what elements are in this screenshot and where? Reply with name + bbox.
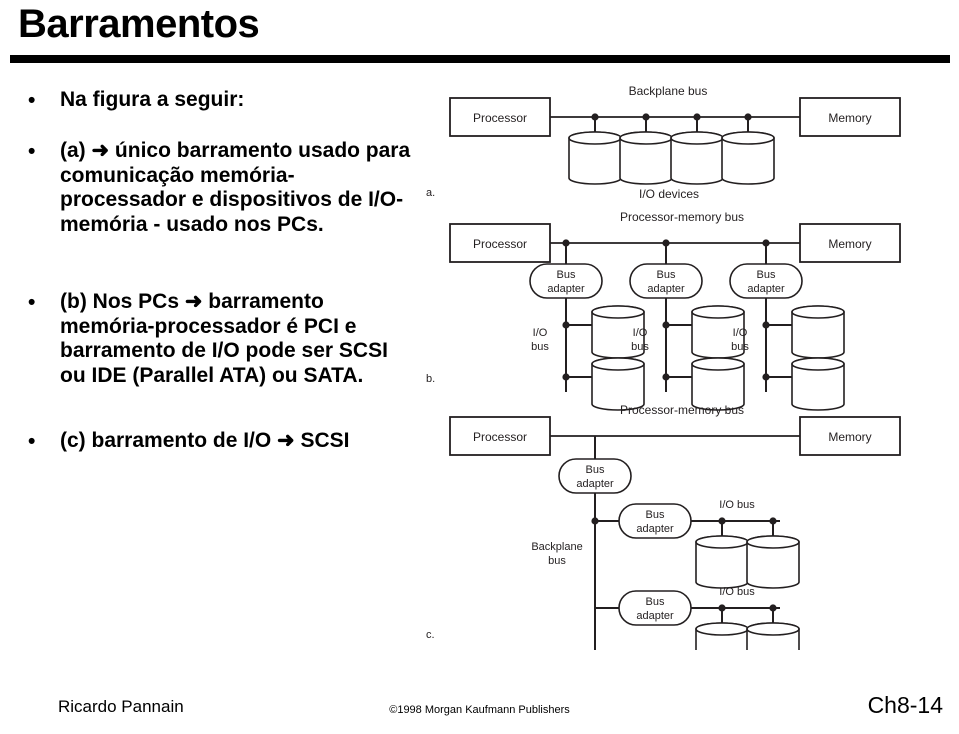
part-b-bus-adapter-label-line1: Bus (657, 269, 676, 281)
footer-copyright: ©1998 Morgan Kaufmann Publishers (389, 704, 570, 716)
part-b-io-bus-label-line2: bus (631, 341, 649, 353)
bullet-marker: • (28, 429, 36, 453)
part-c-bus-adapter-io-2: Bus adapter (618, 590, 692, 626)
bullet-marker: • (28, 290, 36, 314)
bullet-item-intro: • Na figura a seguir: (22, 88, 417, 113)
part-c-io-branch-2: Bus adapter I/O bus (595, 586, 800, 650)
part-c-processor-box: Processor (449, 416, 551, 456)
part-b-branch-3: Bus adapter I/O bus (729, 239, 845, 411)
bullet-text: (c) barramento de I/O ➜ SCSI (60, 428, 350, 452)
part-b-bus-adapter-label-line1: Bus (557, 269, 576, 281)
part-a-caption: a. (426, 187, 435, 199)
part-b-branch-1: Bus adapter I/O bus (529, 239, 645, 411)
part-b-bus-adapter-label-line1: Bus (757, 269, 776, 281)
part-b-io-bus-label-line1: I/O (633, 327, 648, 339)
part-c-io-bus-label: I/O bus (719, 586, 755, 598)
figure-part-b: Processor Processor-memory bus Memory Bu (426, 210, 901, 411)
part-c-backplane-label-line1: Backplane (531, 541, 582, 553)
part-a-processor-box: Processor (449, 97, 551, 137)
part-b-processor-label: Processor (473, 237, 527, 251)
bullet-marker: • (28, 88, 36, 112)
part-b-io-bus-label-line1: I/O (533, 327, 548, 339)
bullet-text: Na figura a seguir: (60, 88, 245, 111)
part-a-processor-label: Processor (473, 111, 527, 125)
part-c-bus-adapter-label-line1: Bus (646, 509, 665, 521)
title-divider (10, 55, 950, 63)
part-b-bus-adapter-2: Bus adapter (629, 263, 703, 299)
bus-architecture-figure: Processor Backplane bus Memory I/O devic… (420, 80, 959, 650)
part-a-io-devices (568, 113, 775, 185)
part-c-bus-adapter-main: Bus adapter (558, 458, 632, 494)
part-c-memory-box: Memory (799, 416, 901, 456)
bullet-item-a: • (a) ➜ único barramento usado para comu… (22, 139, 417, 238)
part-a-memory-label: Memory (828, 111, 871, 125)
part-b-io-bus-label-line2: bus (531, 341, 549, 353)
part-c-processor-label: Processor (473, 430, 527, 444)
part-a-bus-label: Backplane bus (629, 84, 708, 98)
page-title: Barramentos (18, 2, 260, 46)
part-c-caption: c. (426, 629, 435, 641)
part-a-memory-box: Memory (799, 97, 901, 137)
part-c-bus-adapter-label-line1: Bus (586, 464, 605, 476)
footer-chapter: Ch8-14 (867, 692, 943, 718)
part-b-bus-adapter-label-line2: adapter (747, 283, 785, 295)
part-c-memory-label: Memory (828, 430, 871, 444)
part-c-bus-adapter-label-line2: adapter (576, 478, 614, 490)
part-b-bus-adapter-1: Bus adapter (529, 263, 603, 299)
part-c-io-bus-label: I/O bus (719, 499, 755, 511)
part-c-io-branch-1: Bus adapter I/O bus (591, 499, 800, 589)
figure-part-a: Processor Backplane bus Memory I/O devic… (426, 84, 901, 201)
bullet-text: (b) Nos PCs ➜ barramento memória-process… (60, 289, 388, 388)
part-c-bus-adapter-label-line2: adapter (636, 610, 674, 622)
part-b-memory-box: Memory (799, 223, 901, 263)
slide: Barramentos • Na figura a seguir: • (a) … (0, 0, 959, 734)
part-c-bus-label: Processor-memory bus (620, 403, 744, 417)
part-a-devices-label: I/O devices (639, 187, 699, 201)
part-c-bus-adapter-label-line1: Bus (646, 596, 665, 608)
part-c-bus-adapter-label-line2: adapter (636, 523, 674, 535)
part-b-io-bus-label-line2: bus (731, 341, 749, 353)
part-b-bus-adapter-label-line2: adapter (547, 283, 585, 295)
bullet-item-c: • (c) barramento de I/O ➜ SCSI (22, 429, 417, 454)
bullet-item-b: • (b) Nos PCs ➜ barramento memória-proce… (22, 290, 417, 389)
part-b-bus-adapter-label-line2: adapter (647, 283, 685, 295)
part-c-backplane-label-line2: bus (548, 555, 566, 567)
part-b-memory-label: Memory (828, 237, 871, 251)
bullet-text: (a) ➜ único barramento usado para comuni… (60, 138, 411, 237)
part-c-bus-adapter-io-1: Bus adapter (618, 503, 692, 539)
part-b-processor-box: Processor (449, 223, 551, 263)
bullet-list: • Na figura a seguir: • (a) ➜ único barr… (22, 88, 417, 454)
part-b-branch-2: Bus adapter I/O bus (629, 239, 745, 411)
part-b-caption: b. (426, 373, 435, 385)
part-b-bus-label: Processor-memory bus (620, 210, 744, 224)
bullet-marker: • (28, 139, 36, 163)
part-b-io-bus-label-line1: I/O (733, 327, 748, 339)
part-b-bus-adapter-3: Bus adapter (729, 263, 803, 299)
figure-part-c: Processor Processor-memory bus Memory Bu… (426, 403, 901, 650)
